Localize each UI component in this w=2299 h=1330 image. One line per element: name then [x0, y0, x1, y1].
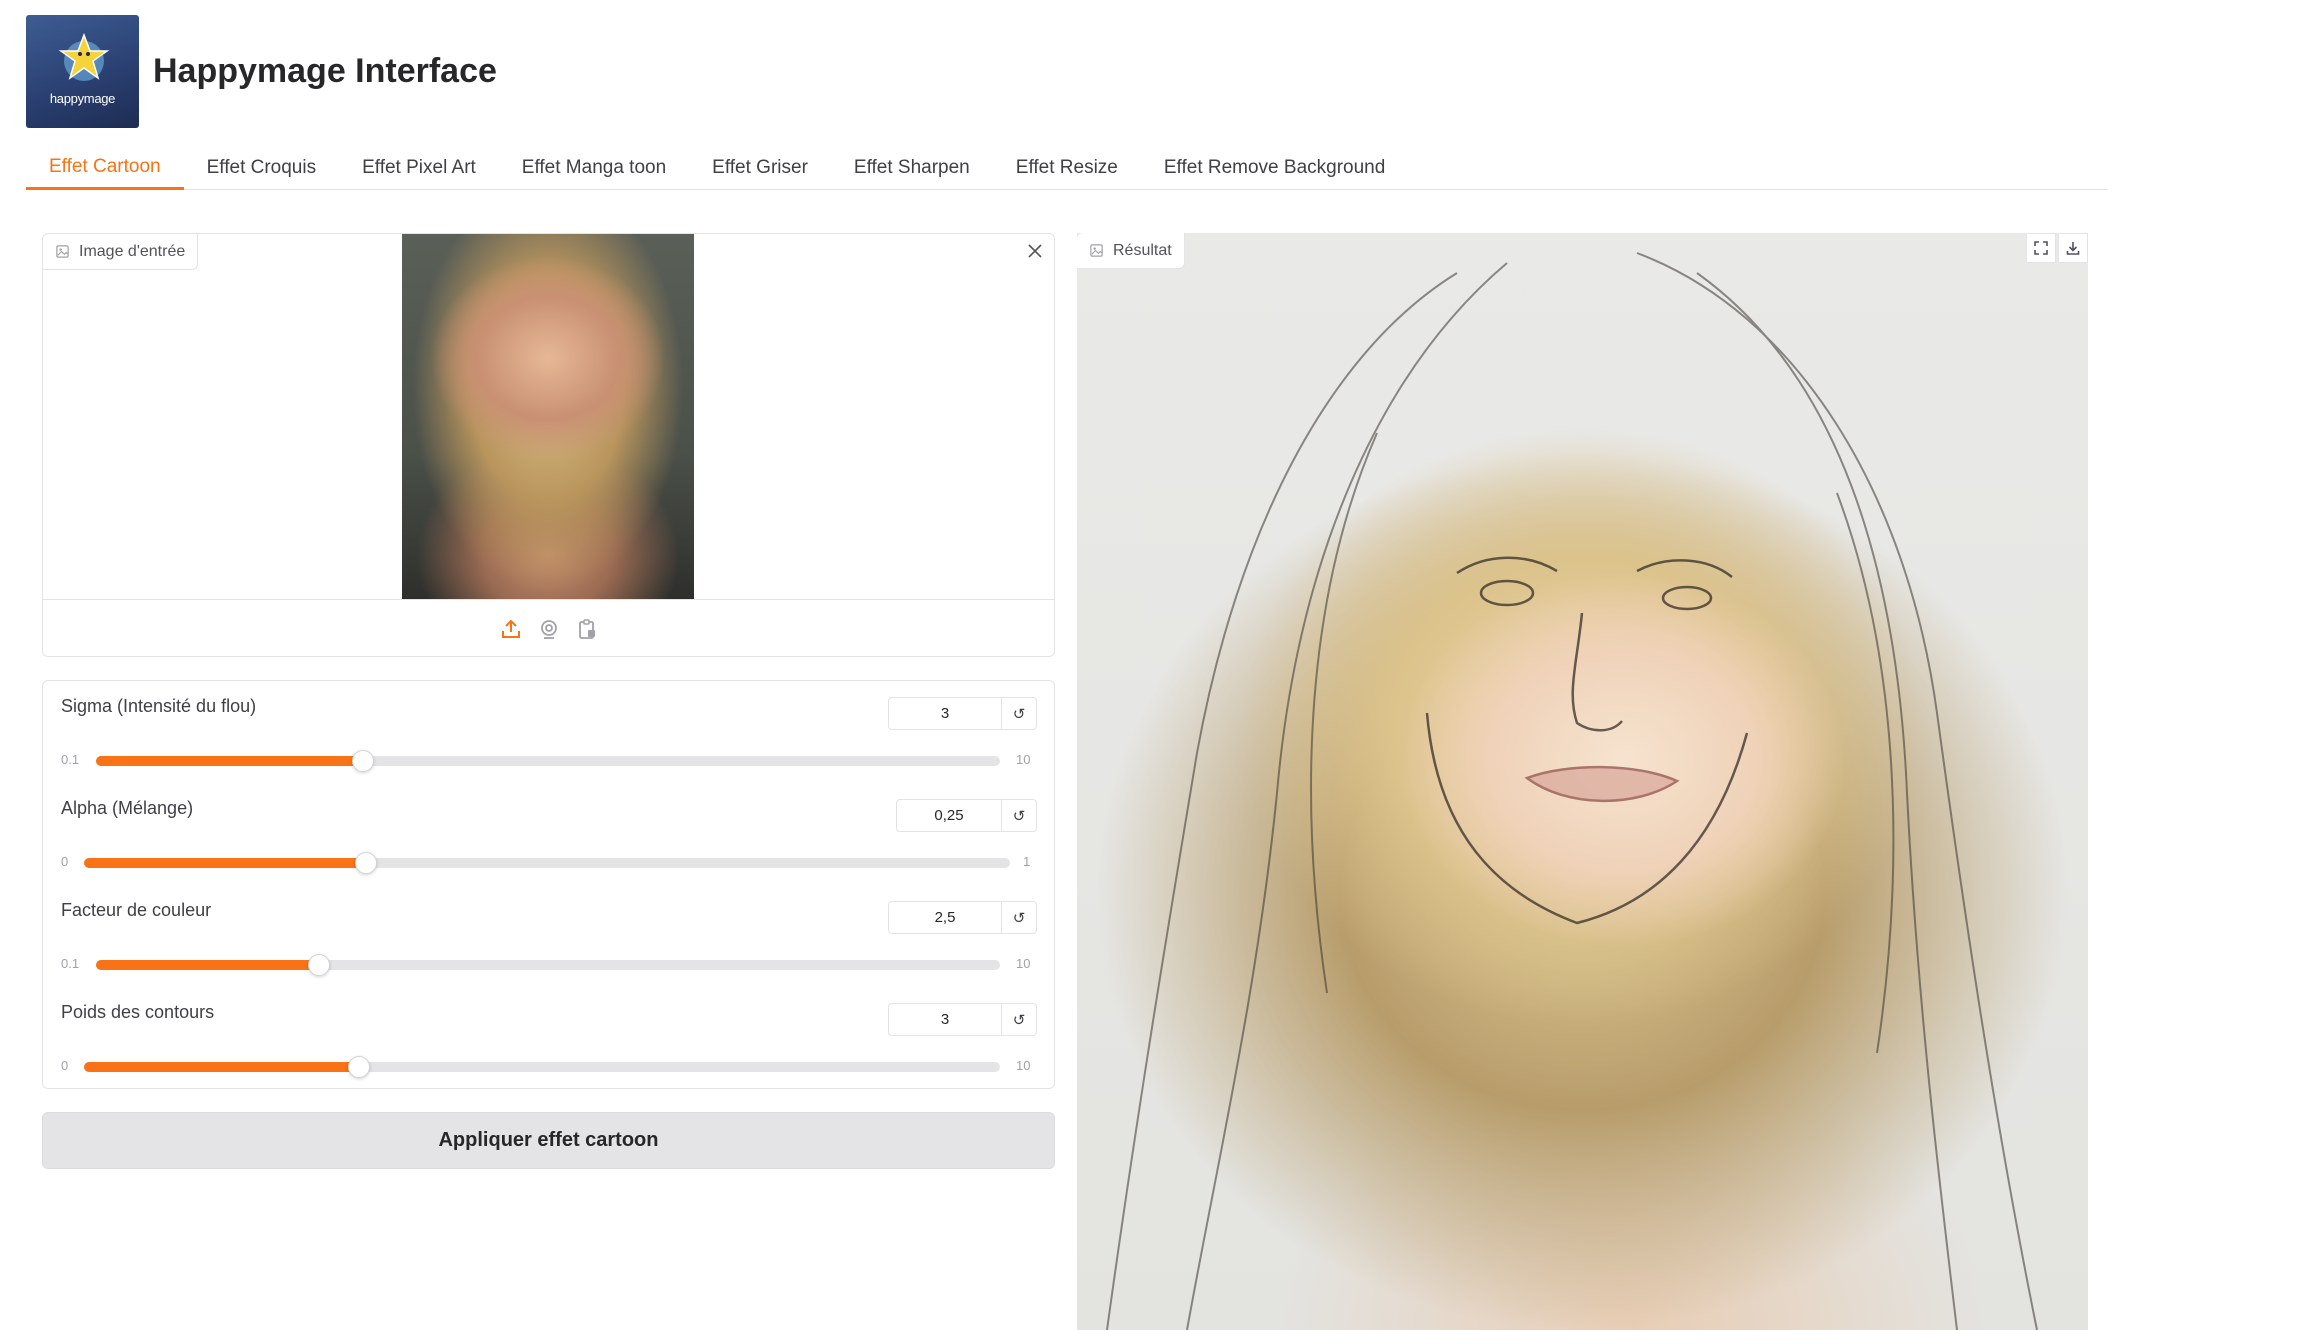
tab-effet-pixel-art[interactable]: Effet Pixel Art	[339, 146, 499, 190]
sigma-label: Sigma (Intensité du flou)	[61, 696, 257, 716]
alpha-number-input[interactable]	[897, 800, 1001, 831]
download-icon[interactable]	[2058, 233, 2088, 263]
alpha-max: 1	[1023, 854, 1031, 869]
app-logo: happymage	[26, 15, 139, 128]
contour-weight-slider[interactable]	[84, 1056, 1000, 1078]
color-factor-slider-row: Facteur de couleur ↺ 0.1 10	[43, 885, 1054, 987]
input-photo	[402, 234, 694, 599]
apply-cartoon-button[interactable]: Appliquer effet cartoon	[42, 1112, 1055, 1169]
tab-effet-remove-background[interactable]: Effet Remove Background	[1141, 146, 1408, 190]
color-factor-slider[interactable]	[96, 954, 1000, 976]
sigma-max: 10	[1016, 752, 1031, 767]
alpha-min: 0	[61, 854, 69, 869]
tab-effet-sharpen[interactable]: Effet Sharpen	[831, 146, 993, 190]
result-panel: Résultat	[1077, 233, 2088, 1330]
controls-panel: Sigma (Intensité du flou) ↺ 0.1 10 Alpha…	[42, 680, 1055, 1089]
tab-bar: Effet Cartoon Effet Croquis Effet Pixel …	[26, 146, 2108, 190]
contour-weight-slider-fill	[84, 1062, 359, 1072]
tab-effet-cartoon[interactable]: Effet Cartoon	[26, 146, 184, 190]
close-icon[interactable]	[1020, 236, 1050, 266]
clipboard-icon[interactable]	[575, 617, 599, 641]
color-factor-label: Facteur de couleur	[61, 900, 212, 920]
color-factor-slider-fill	[96, 960, 320, 970]
sigma-slider[interactable]	[96, 750, 1000, 772]
result-sketch-lines	[1106, 252, 2038, 1330]
sigma-min: 0.1	[61, 752, 80, 767]
color-factor-number-box: ↺	[888, 901, 1037, 934]
contour-weight-max: 10	[1016, 1058, 1031, 1073]
contour-weight-number-input[interactable]	[889, 1004, 1001, 1035]
reset-icon[interactable]: ↺	[1001, 800, 1036, 831]
color-factor-slider-thumb[interactable]	[308, 954, 331, 976]
result-label-text: Résultat	[1113, 241, 1172, 259]
tab-effet-resize[interactable]: Effet Resize	[993, 146, 1141, 190]
sigma-slider-fill	[96, 756, 363, 766]
webcam-icon[interactable]	[537, 617, 561, 641]
image-icon	[1090, 244, 1103, 257]
image-icon	[56, 245, 69, 258]
alpha-slider-thumb[interactable]	[355, 852, 378, 874]
upload-icon[interactable]	[499, 617, 523, 641]
contour-weight-slider-row: Poids des contours ↺ 0 10	[43, 987, 1054, 1089]
tab-effet-manga-toon[interactable]: Effet Manga toon	[499, 146, 689, 190]
sigma-slider-row: Sigma (Intensité du flou) ↺ 0.1 10	[43, 681, 1054, 783]
reset-icon[interactable]: ↺	[1001, 902, 1036, 933]
input-image-label: Image d'entrée	[43, 234, 199, 270]
input-image-panel: Image d'entrée	[42, 233, 1055, 657]
sigma-number-box: ↺	[888, 697, 1037, 730]
app-title: Happymage Interface	[153, 52, 497, 90]
logo-text: happymage	[49, 91, 116, 106]
alpha-slider-fill	[84, 858, 367, 868]
sigma-number-input[interactable]	[889, 698, 1001, 729]
tab-effet-croquis[interactable]: Effet Croquis	[184, 146, 339, 190]
input-image-label-text: Image d'entrée	[79, 242, 186, 260]
color-factor-min: 0.1	[61, 956, 80, 971]
star-icon	[58, 32, 110, 81]
contour-weight-slider-thumb[interactable]	[347, 1056, 370, 1078]
contour-weight-min: 0	[61, 1058, 69, 1073]
color-factor-number-input[interactable]	[889, 902, 1001, 933]
alpha-slider[interactable]	[84, 852, 1010, 874]
contour-weight-label: Poids des contours	[61, 1002, 215, 1022]
alpha-slider-row: Alpha (Mélange) ↺ 0 1	[43, 783, 1054, 885]
sigma-slider-thumb[interactable]	[351, 750, 374, 772]
app-header: happymage Happymage Interface	[26, 15, 497, 128]
color-factor-max: 10	[1016, 956, 1031, 971]
image-source-bar	[43, 599, 1054, 657]
contour-weight-number-box: ↺	[888, 1003, 1037, 1036]
fullscreen-icon[interactable]	[2026, 233, 2056, 263]
reset-icon[interactable]: ↺	[1001, 698, 1036, 729]
tab-effet-griser[interactable]: Effet Griser	[689, 146, 831, 190]
result-label: Résultat	[1077, 233, 1185, 269]
result-toolbar	[2026, 233, 2088, 263]
alpha-label: Alpha (Mélange)	[61, 798, 194, 818]
reset-icon[interactable]: ↺	[1001, 1004, 1036, 1035]
alpha-number-box: ↺	[896, 799, 1037, 832]
